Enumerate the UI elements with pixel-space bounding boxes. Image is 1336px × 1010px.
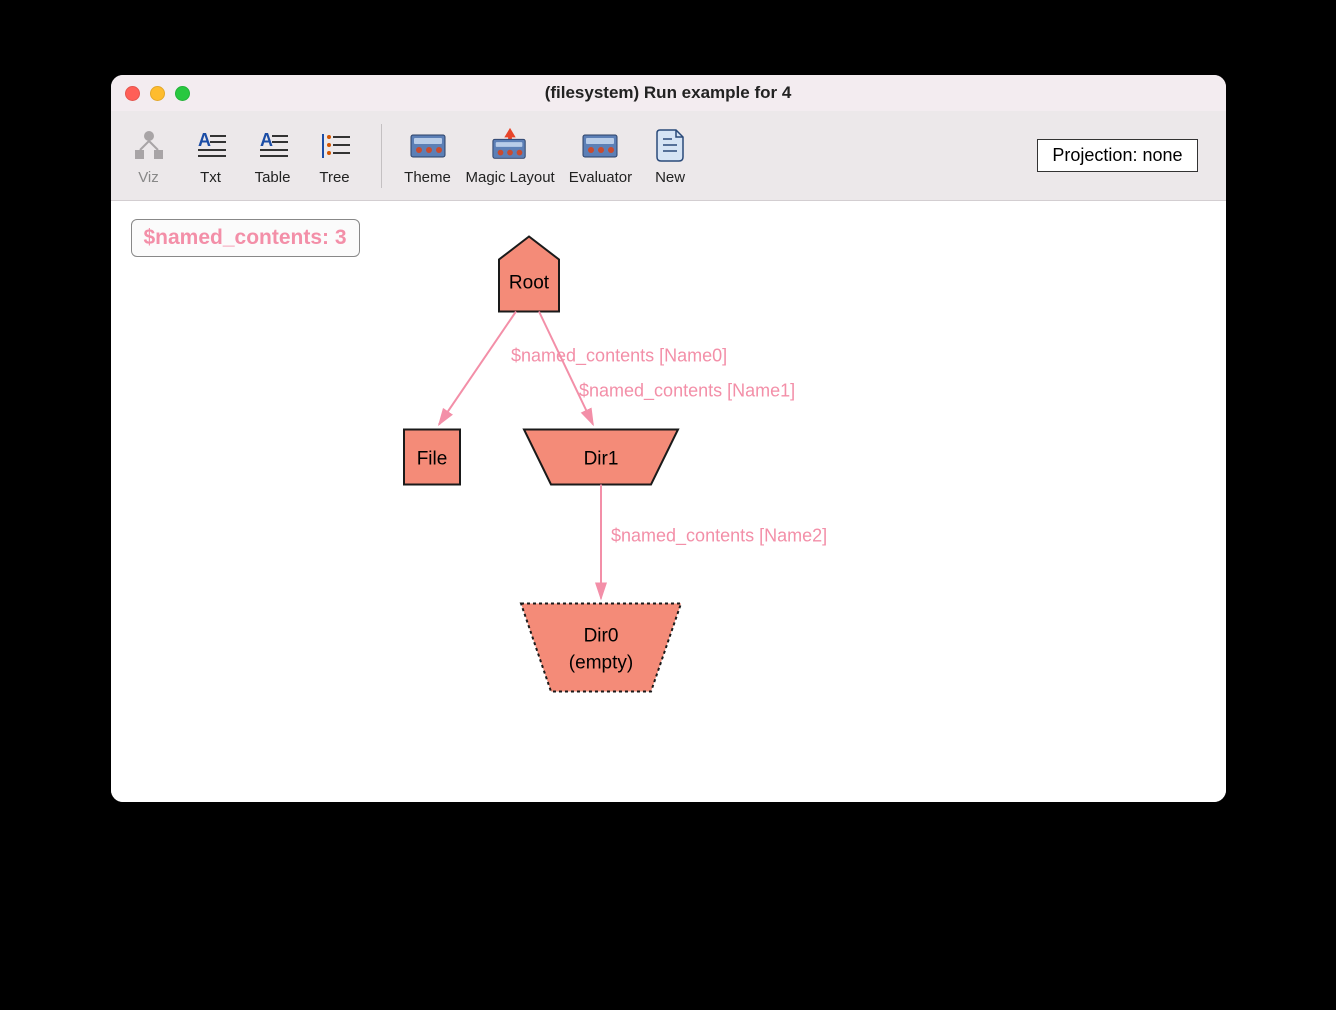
txt-label: Txt [200, 169, 221, 186]
edge-label-root-dir1: $named_contents [Name1] [579, 381, 795, 402]
magic-layout-button[interactable]: Magic Layout [466, 126, 555, 186]
node-root-label: Root [508, 273, 549, 294]
viz-button[interactable]: Viz [125, 126, 173, 186]
node-dir0[interactable]: Dir0 (empty) [521, 604, 681, 692]
diagram-canvas[interactable]: $named_contents: 3 Root File Dir1 [111, 201, 1226, 802]
magic-layout-label: Magic Layout [466, 169, 555, 186]
new-label: New [655, 169, 685, 186]
svg-text:A: A [260, 130, 273, 150]
theme-icon [409, 126, 447, 164]
tree-icon [316, 126, 354, 164]
viz-label: Viz [138, 169, 159, 186]
evaluator-label: Evaluator [569, 169, 632, 186]
minimize-icon[interactable] [150, 86, 165, 101]
table-icon: A [254, 126, 292, 164]
new-button[interactable]: New [646, 126, 694, 186]
magic-layout-icon [491, 126, 529, 164]
toolbar-divider [381, 124, 382, 188]
svg-text:A: A [198, 130, 211, 150]
node-file[interactable]: File [404, 430, 460, 485]
window-title: (filesystem) Run example for 4 [111, 83, 1226, 103]
toolbar: Viz A Txt A [111, 111, 1226, 201]
viz-icon [130, 126, 168, 164]
evaluator-button[interactable]: Evaluator [569, 126, 632, 186]
new-icon [651, 126, 689, 164]
projection-selector[interactable]: Projection: none [1037, 139, 1197, 172]
tree-label: Tree [319, 169, 349, 186]
text-icon: A [192, 126, 230, 164]
diagram-svg: Root File Dir1 Dir0 (empty) [111, 201, 1226, 802]
node-dir1[interactable]: Dir1 [524, 430, 678, 485]
projection-label: Projection: none [1052, 145, 1182, 165]
edge-root-file [439, 312, 516, 425]
titlebar: (filesystem) Run example for 4 [111, 75, 1226, 111]
txt-button[interactable]: A Txt [187, 126, 235, 186]
close-icon[interactable] [125, 86, 140, 101]
node-root[interactable]: Root [499, 237, 559, 312]
table-button[interactable]: A Table [249, 126, 297, 186]
tree-button[interactable]: Tree [311, 126, 359, 186]
theme-button[interactable]: Theme [404, 126, 452, 186]
app-window: (filesystem) Run example for 4 Viz A [111, 75, 1226, 802]
theme-label: Theme [404, 169, 451, 186]
edge-label-dir1-dir0: $named_contents [Name2] [611, 526, 827, 547]
evaluator-icon [581, 126, 619, 164]
maximize-icon[interactable] [175, 86, 190, 101]
node-dir0-label-2: (empty) [568, 653, 632, 674]
table-label: Table [255, 169, 291, 186]
node-dir1-label: Dir1 [583, 449, 618, 470]
traffic-lights [125, 86, 190, 101]
edge-root-dir1 [539, 312, 593, 425]
node-file-label: File [416, 449, 447, 470]
node-dir0-label-1: Dir0 [583, 626, 618, 647]
edge-label-root-file: $named_contents [Name0] [511, 346, 727, 367]
